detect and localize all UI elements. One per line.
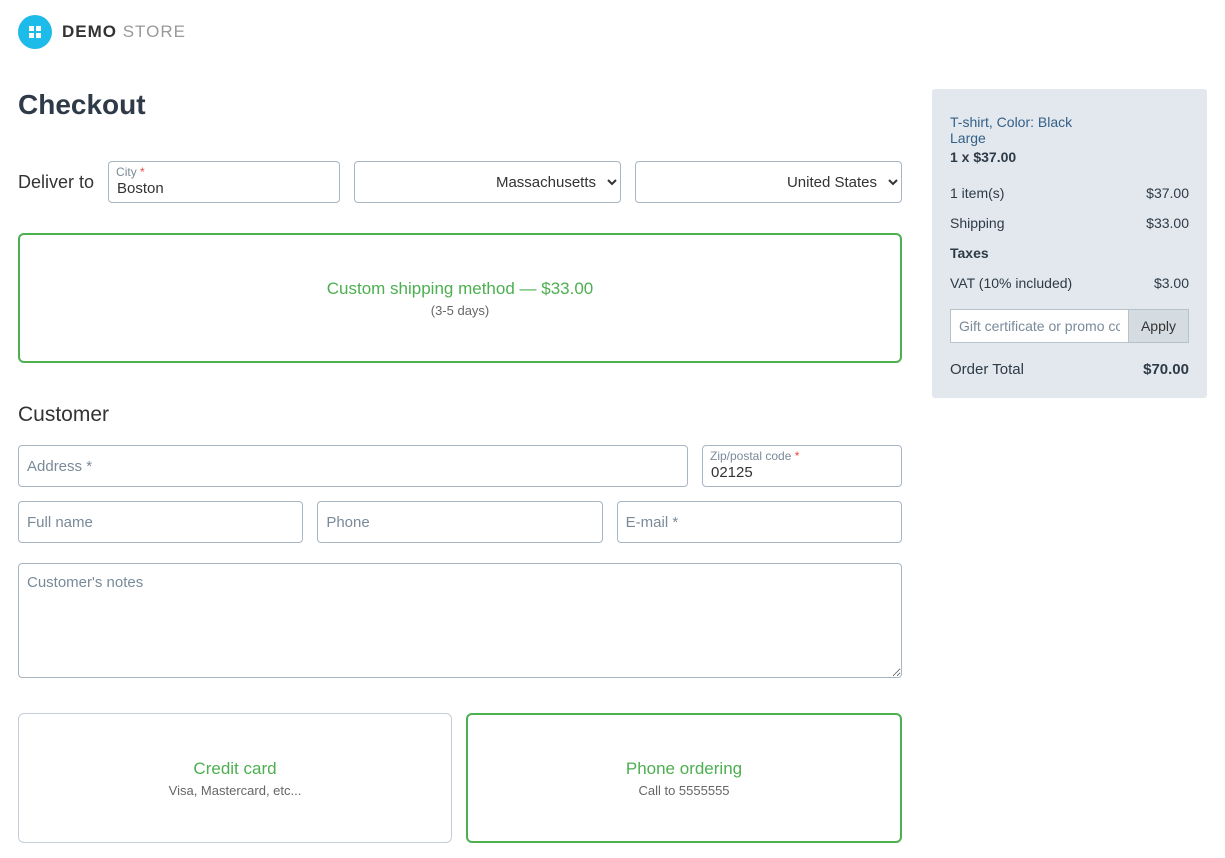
summary-items-label: 1 item(s) — [950, 185, 1004, 201]
brand-strong: DEMO — [62, 22, 117, 41]
phone-input[interactable] — [317, 501, 602, 543]
apply-button[interactable]: Apply — [1128, 309, 1189, 343]
payment-phone-title: Phone ordering — [626, 759, 742, 779]
cart-item-name-line1[interactable]: T-shirt, Color: Black — [950, 114, 1189, 130]
payment-phone-card[interactable]: Phone ordering Call to 5555555 — [466, 713, 902, 843]
cart-item-qty: 1 x $37.00 — [950, 149, 1189, 165]
order-total-row: Order Total $70.00 — [950, 361, 1189, 378]
cart-item-name-line2[interactable]: Large — [950, 130, 1189, 146]
page-title: Checkout — [18, 89, 902, 121]
city-input[interactable] — [108, 161, 340, 203]
summary-shipping-row: Shipping $33.00 — [950, 215, 1189, 231]
address-input[interactable] — [18, 445, 688, 487]
order-total-value: $70.00 — [1143, 361, 1189, 378]
promo-input[interactable] — [950, 309, 1128, 343]
summary-items-row: 1 item(s) $37.00 — [950, 185, 1189, 201]
country-select[interactable]: United States — [635, 161, 902, 203]
customer-heading: Customer — [18, 403, 902, 427]
deliver-to-label: Deliver to — [18, 172, 94, 193]
address-wrap — [18, 445, 688, 487]
summary-taxes-header: Taxes — [950, 245, 1189, 261]
vat-value: $3.00 — [1154, 275, 1189, 291]
promo-row: Apply — [950, 309, 1189, 343]
phone-wrap — [317, 501, 602, 543]
summary-vat-row: VAT (10% included) $3.00 — [950, 275, 1189, 291]
shipping-method-card[interactable]: Custom shipping method — $33.00 (3-5 day… — [18, 233, 902, 363]
notes-textarea[interactable] — [18, 563, 902, 678]
zip-wrap: Zip/postal code * — [702, 445, 902, 487]
payment-phone-sub: Call to 5555555 — [638, 783, 729, 798]
header: DEMO STORE — [18, 15, 1207, 49]
summary-shipping-value: $33.00 — [1146, 215, 1189, 231]
country-select-wrap: United States — [635, 161, 902, 203]
email-wrap — [617, 501, 902, 543]
city-field-wrap: City * — [108, 161, 340, 203]
summary-shipping-label: Shipping — [950, 215, 1005, 231]
order-summary: T-shirt, Color: Black Large 1 x $37.00 1… — [932, 89, 1207, 398]
state-select-wrap: Massachusetts — [354, 161, 621, 203]
payment-credit-sub: Visa, Mastercard, etc... — [169, 783, 302, 798]
brand-name[interactable]: DEMO STORE — [62, 22, 186, 42]
deliver-to-row: Deliver to City * Massachusetts United S… — [18, 161, 902, 203]
shipping-method-title: Custom shipping method — $33.00 — [327, 279, 594, 299]
shipping-method-sub: (3-5 days) — [431, 303, 490, 318]
summary-items-value: $37.00 — [1146, 185, 1189, 201]
logo-icon[interactable] — [18, 15, 52, 49]
fullname-input[interactable] — [18, 501, 303, 543]
vat-label: VAT (10% included) — [950, 275, 1072, 291]
order-total-label: Order Total — [950, 361, 1024, 378]
fullname-wrap — [18, 501, 303, 543]
state-select[interactable]: Massachusetts — [354, 161, 621, 203]
payment-credit-card[interactable]: Credit card Visa, Mastercard, etc... — [18, 713, 452, 843]
zip-input[interactable] — [702, 445, 902, 487]
brand-light: STORE — [117, 22, 186, 41]
payment-credit-title: Credit card — [193, 759, 276, 779]
taxes-label: Taxes — [950, 245, 989, 261]
email-input[interactable] — [617, 501, 902, 543]
